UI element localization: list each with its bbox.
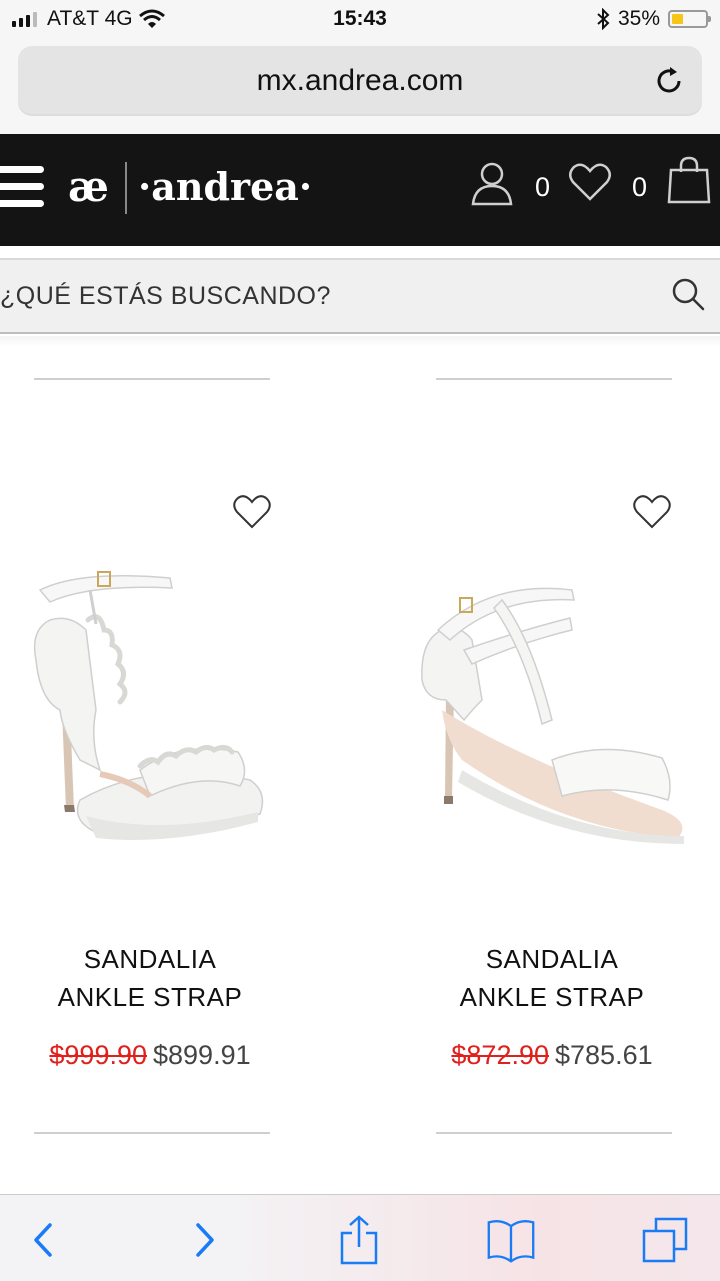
search-icon[interactable]: [670, 276, 706, 312]
product-name[interactable]: SANDALIA ANKLE STRAP: [0, 940, 300, 1016]
browser-toolbar: [0, 1194, 720, 1281]
new-price: $785.61: [555, 1040, 653, 1070]
old-price: $872.90: [451, 1040, 549, 1070]
bookmarks-icon[interactable]: [486, 1215, 536, 1265]
logo-mark[interactable]: æ: [68, 162, 109, 211]
wishlist-count: 0: [632, 172, 648, 202]
shopping-bag-icon[interactable]: [667, 156, 711, 204]
battery-percent: 35%: [617, 7, 660, 30]
product-price: $872.90 $785.61: [402, 1040, 702, 1071]
tabs-icon[interactable]: [640, 1215, 690, 1265]
product-image-sandal[interactable]: [402, 560, 702, 880]
url-text: mx.andrea.com: [256, 64, 464, 97]
new-price: $899.91: [153, 1040, 251, 1070]
product-name-line1: SANDALIA: [485, 944, 619, 974]
share-icon[interactable]: [334, 1215, 384, 1265]
product-name-line2: ANKLE STRAP: [459, 982, 645, 1012]
product-card[interactable]: SANDALIA ANKLE STRAP $872.90 $785.61: [402, 380, 702, 1140]
forward-icon[interactable]: [178, 1215, 228, 1265]
battery-icon: [668, 10, 711, 28]
browser-address-area: mx.andrea.com: [0, 40, 720, 134]
bottom-divider-left: [34, 1132, 270, 1134]
site-header: æ ·andrea· 0 0: [0, 134, 720, 246]
product-image-sandal[interactable]: [0, 560, 300, 880]
logo-text[interactable]: ·andrea·: [138, 164, 312, 209]
product-card[interactable]: SANDALIA ANKLE STRAP $999.90 $899.91: [0, 380, 300, 1140]
heart-icon[interactable]: [632, 494, 672, 530]
old-price: $999.90: [49, 1040, 147, 1070]
product-name[interactable]: SANDALIA ANKLE STRAP: [402, 940, 702, 1016]
search-shadow: [0, 336, 720, 346]
search-bar[interactable]: ¿QUÉ ESTÁS BUSCANDO?: [0, 258, 720, 334]
bluetooth-icon: [597, 8, 610, 30]
bottom-divider-right: [436, 1132, 672, 1134]
user-icon[interactable]: [470, 160, 514, 206]
search-input[interactable]: ¿QUÉ ESTÁS BUSCANDO?: [0, 282, 331, 311]
heart-icon[interactable]: [232, 494, 272, 530]
battery-level: [672, 14, 683, 24]
address-bar[interactable]: mx.andrea.com: [18, 46, 702, 116]
product-name-line1: SANDALIA: [83, 944, 217, 974]
account-count: 0: [535, 172, 551, 202]
logo-divider: [125, 162, 127, 214]
status-right: 35%: [596, 7, 711, 31]
product-price: $999.90 $899.91: [0, 1040, 300, 1071]
menu-icon[interactable]: [0, 166, 44, 212]
heart-icon[interactable]: [568, 162, 612, 202]
reload-icon[interactable]: [652, 64, 686, 98]
product-name-line2: ANKLE STRAP: [57, 982, 243, 1012]
back-icon[interactable]: [20, 1215, 70, 1265]
status-bar: AT&T 4G 15:43 35%: [0, 0, 720, 40]
